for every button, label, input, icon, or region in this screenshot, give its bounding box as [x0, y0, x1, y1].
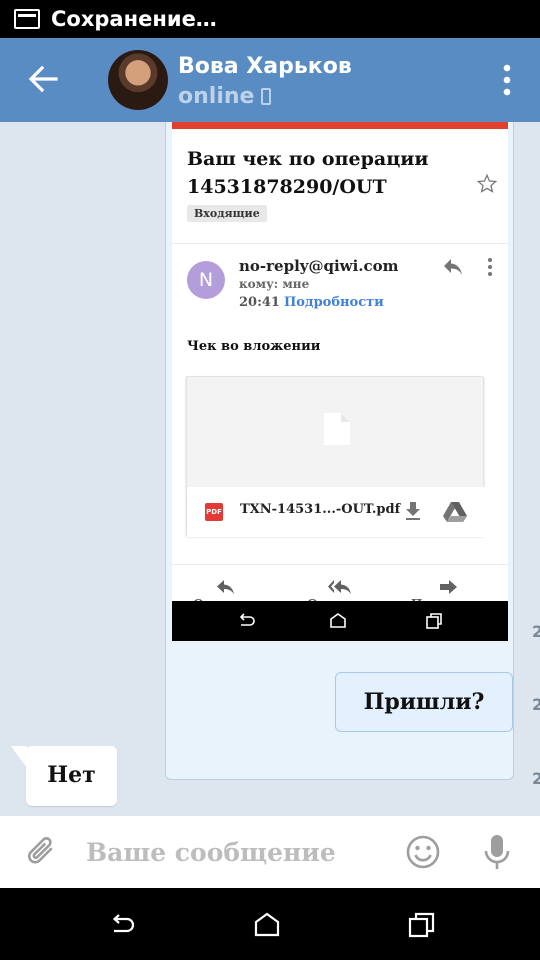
email-screenshot-image[interactable]: Ваш чек по операции 14531878290/OUT Вход… [172, 122, 508, 641]
attachment-file-name: TXN-14531...-OUT.pdf [240, 502, 401, 517]
contact-status: online [178, 84, 272, 109]
sender-avatar: N [187, 261, 225, 299]
outgoing-message[interactable]: Пришли? [335, 672, 513, 732]
forward-icon [440, 580, 457, 594]
reply-icon [217, 580, 234, 594]
paperclip-icon[interactable] [24, 834, 60, 870]
message-time: 2 [532, 622, 540, 641]
chat-area[interactable]: Ваш чек по операции 14531878290/OUT Вход… [0, 122, 540, 816]
message-time: 2 [532, 769, 540, 788]
file-icon [324, 413, 350, 445]
email-time: 20:41 [239, 295, 280, 310]
screenshot-notification-icon [14, 9, 40, 29]
recents-icon[interactable] [407, 910, 437, 940]
message-input-bar [0, 816, 540, 888]
reply-icon [444, 259, 462, 275]
emoji-icon[interactable] [405, 834, 441, 870]
contact-name[interactable]: Вова Харьков [178, 54, 352, 79]
pdf-icon: PDF [205, 503, 223, 521]
email-time-row: 20:41 Подробности [239, 295, 384, 310]
status-bar: Сохранение… [0, 0, 540, 38]
recents-icon [426, 613, 442, 629]
contact-avatar[interactable] [108, 50, 168, 110]
incoming-message[interactable]: Нет [26, 746, 117, 806]
attachment-footer: PDF TXN-14531...-OUT.pdf [187, 487, 485, 537]
email-subject: Ваш чек по операции 14531878290/OUT [187, 148, 429, 198]
divider [172, 243, 508, 244]
back-arrow-icon[interactable] [26, 62, 60, 96]
star-icon [476, 173, 498, 193]
more-options-icon[interactable] [495, 60, 519, 100]
status-bar-text: Сохранение… [51, 7, 217, 31]
home-icon [330, 613, 346, 628]
chat-header: Вова Харьков online [0, 38, 540, 122]
details-link: Подробности [283, 295, 384, 310]
reply-all-icon [328, 580, 351, 594]
back-icon[interactable] [107, 910, 137, 940]
online-status-text: online [178, 84, 255, 109]
incoming-bubble-tail [11, 746, 27, 768]
mobile-phone-icon [261, 88, 272, 105]
system-nav-bar [0, 888, 540, 960]
attachment-card: PDF TXN-14531...-OUT.pdf [186, 376, 485, 537]
email-recipient: кому: мне [239, 277, 310, 291]
message-time: 2 [532, 695, 540, 714]
inbox-label: Входящие [187, 205, 267, 222]
download-icon [406, 502, 420, 520]
email-body-text: Чек во вложении [187, 339, 321, 354]
google-drive-icon [443, 502, 467, 522]
microphone-icon[interactable] [481, 832, 513, 872]
screenshot-nav-bar [172, 601, 508, 641]
back-icon [239, 613, 255, 626]
email-more-icon [488, 258, 492, 276]
sender-email: no-reply@qiwi.com [239, 257, 399, 275]
home-icon[interactable] [252, 910, 282, 940]
divider [172, 564, 508, 565]
email-app-bar [172, 122, 508, 129]
message-input[interactable] [86, 834, 386, 870]
